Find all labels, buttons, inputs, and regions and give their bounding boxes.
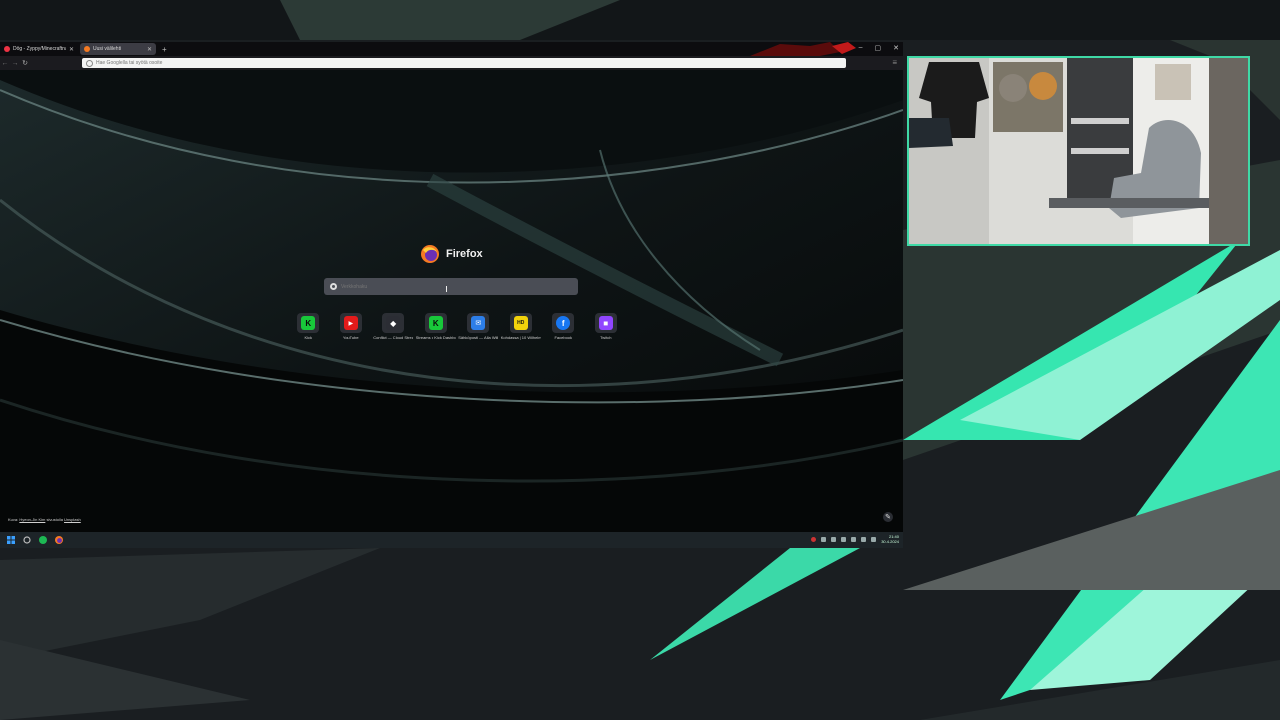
menu-button[interactable]: ≡ [892, 58, 897, 67]
wallpaper-image [0, 70, 903, 532]
tab-title: Uusi välilehti [93, 46, 122, 52]
network-icon[interactable] [861, 536, 867, 542]
shortcut-hd[interactable]: HD Kohdassa | 10 Wilhelmssen... [500, 313, 543, 340]
tab-title: Dōg - Zyppy/Minecraftnaffe [13, 46, 66, 52]
facebook-icon: f [556, 316, 571, 330]
tab-close-icon[interactable]: ✕ [69, 46, 74, 53]
shortcut-label: YouTube [342, 335, 359, 340]
kick-icon: K [428, 316, 443, 330]
taskbar: 21:40 30.4.2024 [0, 532, 903, 548]
photo-credit: Kuva: Hyeon-Jin Kim sivustolla Unsplash [8, 517, 81, 522]
webcam-image [909, 58, 1248, 244]
shortcut-label: Streams • Kick Dashboard [415, 335, 456, 340]
minimize-button[interactable]: – [859, 44, 863, 52]
shortcut-label: Twitch [600, 335, 612, 340]
forward-button[interactable]: → [10, 60, 20, 67]
photo-credit-site-link[interactable]: Unsplash [64, 517, 81, 522]
reload-button[interactable]: ↻ [20, 59, 30, 67]
shortcut-label: Kohdassa | 10 Wilhelmssen... [500, 335, 541, 340]
tab-bar: Dōg - Zyppy/Minecraftnaffe ✕ Uusi välile… [0, 42, 903, 56]
shortcut-label: Kick [304, 335, 313, 340]
shortcut-label: Conflict — Cloud Streaming Re... [373, 335, 413, 340]
search-icon [86, 59, 93, 67]
url-input[interactable] [96, 60, 696, 66]
volume-icon[interactable] [871, 536, 877, 542]
youtube-icon: ▶ [343, 316, 358, 330]
mail-icon: ✉ [471, 316, 486, 330]
shortcut-tile[interactable]: ◆ [382, 313, 405, 333]
clock-date: 30.4.2024 [881, 539, 899, 544]
rog-logo-icon [750, 42, 856, 56]
text-cursor [446, 286, 447, 292]
search-engine-icon [330, 283, 337, 290]
shortcut-tile[interactable]: ▶ [339, 313, 362, 333]
tray-icon[interactable] [821, 536, 827, 542]
shortcut-tile[interactable]: HD [509, 313, 532, 333]
firefox-taskbar-icon[interactable] [54, 535, 64, 545]
back-button[interactable]: ← [0, 60, 10, 67]
shortcut-streaming[interactable]: ◆ Conflict — Cloud Streaming Re... [372, 313, 415, 340]
shortcut-tile[interactable]: f [552, 313, 575, 333]
browser-window: Dōg - Zyppy/Minecraftnaffe ✕ Uusi välile… [0, 42, 903, 532]
shortcut-kick-dashboard[interactable]: K Streams • Kick Dashboard [415, 313, 458, 340]
shortcut-twitch[interactable]: ◼ Twitch [585, 313, 628, 340]
shortcut-tile[interactable]: K [424, 313, 447, 333]
spotify-icon[interactable] [38, 535, 48, 545]
shortcut-tile[interactable]: ◼ [594, 313, 617, 333]
shortcut-label: Sähköposti — Alla Wilhelmssen... [458, 335, 498, 340]
firefox-wordmark: Firefox [446, 248, 483, 260]
photo-credit-mid: sivustolla [45, 517, 65, 522]
streaming-icon: ◆ [386, 316, 401, 330]
search-box[interactable] [324, 278, 578, 295]
hd-icon: HD [513, 316, 528, 330]
customize-pencil-icon[interactable]: ✎ [883, 512, 893, 522]
kick-icon: K [301, 316, 316, 330]
top-sites: K Kick ▶ YouTube ◆ Conflict — Cloud Stre… [287, 313, 627, 340]
clock[interactable]: 21:40 30.4.2024 [881, 534, 899, 544]
shortcut-mail[interactable]: ✉ Sähköposti — Alla Wilhelmssen... [457, 313, 500, 340]
tray-icon[interactable] [841, 536, 847, 542]
new-tab-button[interactable]: + [162, 45, 167, 54]
shortcut-facebook[interactable]: f Facebook [542, 313, 585, 340]
shortcut-tile[interactable]: ✉ [467, 313, 490, 333]
shortcut-youtube[interactable]: ▶ YouTube [330, 313, 373, 340]
windows-start-icon[interactable] [6, 535, 16, 545]
record-icon[interactable] [811, 536, 817, 542]
kick-favicon-icon [4, 46, 10, 52]
photo-credit-author-link[interactable]: Hyeon-Jin Kim [19, 517, 45, 522]
firefox-logo-icon [421, 245, 439, 263]
window-controls: – ▢ ✕ [859, 44, 899, 52]
tray-icon[interactable] [831, 536, 837, 542]
nav-bar: ← → ↻ ≡ [0, 56, 903, 70]
maximize-button[interactable]: ▢ [875, 44, 882, 52]
settings-gear-icon[interactable] [22, 535, 32, 545]
twitch-icon: ◼ [598, 316, 613, 330]
tray-icon[interactable] [851, 536, 857, 542]
shortcut-kick[interactable]: K Kick [287, 313, 330, 340]
webcam-overlay [907, 56, 1250, 246]
search-input[interactable] [341, 283, 541, 290]
shortcut-label: Facebook [554, 335, 573, 340]
url-bar[interactable] [82, 58, 846, 68]
firefox-brand: Firefox [420, 244, 483, 264]
system-tray: 21:40 30.4.2024 [811, 534, 899, 544]
tab-stream[interactable]: Dōg - Zyppy/Minecraftnaffe ✕ [0, 43, 78, 55]
shortcut-tile[interactable]: K [297, 313, 320, 333]
tab-close-icon[interactable]: ✕ [147, 46, 152, 53]
firefox-favicon-icon [84, 46, 90, 52]
tab-new-tab[interactable]: Uusi välilehti ✕ [80, 43, 156, 55]
new-tab-page: Firefox K Kick ▶ YouTube ◆ [0, 70, 903, 532]
photo-credit-prefix: Kuva: [8, 517, 20, 522]
close-button[interactable]: ✕ [893, 44, 899, 52]
